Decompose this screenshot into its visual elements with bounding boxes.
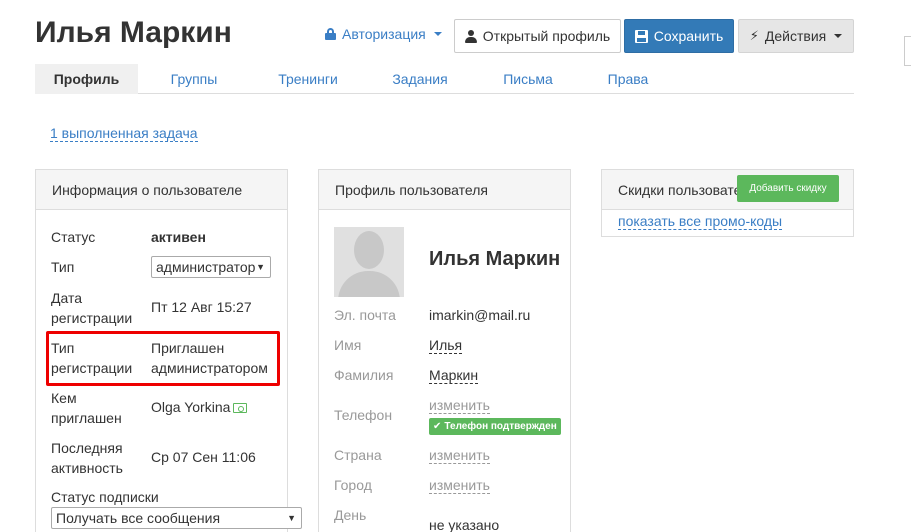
user-icon — [464, 29, 477, 43]
discounts-panel: Скидки пользовате Добавить скидку показа… — [601, 169, 854, 237]
panel-title: Профиль пользователя — [319, 170, 570, 210]
last-name-value[interactable]: Маркин — [429, 367, 479, 384]
auth-label: Авторизация — [342, 26, 426, 42]
birthday-value: не указано — [429, 517, 500, 532]
user-type-select[interactable]: администратор ▼ — [151, 256, 271, 278]
chevron-down-icon — [834, 34, 843, 38]
subscription-select[interactable]: Получать все сообщения ▼ — [51, 507, 302, 529]
panel-title: Информация о пользователе — [36, 170, 287, 210]
add-discount-button[interactable]: Добавить скидку — [737, 175, 839, 202]
caret-down-icon: ▼ — [256, 262, 265, 272]
user-profile-panel: Профиль пользователя Илья Маркин Эл. поч… — [318, 169, 571, 532]
invited-by-value: Olga Yorkina — [151, 397, 248, 417]
phone-label: Телефон — [334, 407, 393, 423]
birthday-label: День — [334, 507, 367, 523]
actions-label: Действия — [764, 28, 827, 44]
last-active-label: Последняя активность — [51, 440, 123, 476]
check-icon: ✔ — [433, 421, 442, 432]
last-name-label: Фамилия — [334, 367, 394, 383]
bolt-icon: ⚡ — [749, 28, 759, 43]
actions-button[interactable]: ⚡ Действия — [738, 19, 854, 53]
first-name-value[interactable]: Илья — [429, 337, 463, 354]
profile-name: Илья Маркин — [429, 248, 561, 270]
open-profile-button[interactable]: Открытый профиль — [454, 19, 621, 53]
show-promo-codes-link[interactable]: показать все промо-коды — [618, 213, 783, 230]
tab-trainings[interactable]: Тренинги — [250, 64, 366, 94]
money-icon[interactable] — [233, 403, 248, 413]
last-active-value: Ср 07 Сен 11:06 — [151, 449, 256, 465]
tab-tasks[interactable]: Задания — [366, 64, 474, 94]
tab-groups[interactable]: Группы — [138, 64, 250, 94]
email-value: imarkin@mail.ru — [429, 307, 531, 323]
completed-tasks-link[interactable]: 1 выполненная задача — [50, 125, 198, 142]
subscription-label: Статус подписки — [51, 489, 159, 505]
highlight-box — [46, 331, 280, 386]
city-label: Город — [334, 477, 372, 493]
phone-edit-link[interactable]: изменить — [429, 397, 490, 414]
user-type-value: администратор — [156, 259, 256, 275]
status-label: Статус — [51, 229, 96, 245]
lock-icon — [325, 28, 336, 40]
tab-bar: Профиль Группы Тренинги Задания Письма П… — [35, 64, 854, 94]
caret-down-icon: ▼ — [287, 513, 296, 523]
country-label: Страна — [334, 447, 382, 463]
status-value: активен — [151, 229, 206, 245]
floppy-icon — [634, 29, 648, 43]
city-edit-link[interactable]: изменить — [429, 477, 490, 494]
tab-rights[interactable]: Права — [582, 64, 674, 94]
subscription-value: Получать все сообщения — [56, 510, 221, 526]
reg-date-value: Пт 12 Авг 15:27 — [151, 299, 252, 315]
avatar[interactable] — [334, 227, 404, 297]
side-panel-edge[interactable] — [904, 36, 911, 66]
email-label: Эл. почта — [334, 307, 396, 323]
auth-dropdown[interactable]: Авторизация — [325, 26, 442, 42]
first-name-label: Имя — [334, 337, 362, 353]
type-label: Тип — [51, 259, 75, 275]
open-profile-label: Открытый профиль — [482, 28, 611, 44]
tab-letters[interactable]: Письма — [474, 64, 582, 94]
invited-by-label: Кем приглашен — [51, 390, 122, 426]
tab-profile[interactable]: Профиль — [35, 64, 138, 94]
country-edit-link[interactable]: изменить — [429, 447, 490, 464]
page-title: Илья Маркин — [35, 16, 232, 49]
reg-date-label: Дата регистрации — [51, 290, 133, 326]
user-info-panel: Информация о пользователе Статус активен… — [35, 169, 302, 532]
phone-verified-badge: ✔ Телефон подтвержден — [429, 418, 561, 435]
save-label: Сохранить — [653, 28, 724, 44]
save-button[interactable]: Сохранить — [624, 19, 734, 53]
chevron-down-icon — [433, 32, 442, 36]
